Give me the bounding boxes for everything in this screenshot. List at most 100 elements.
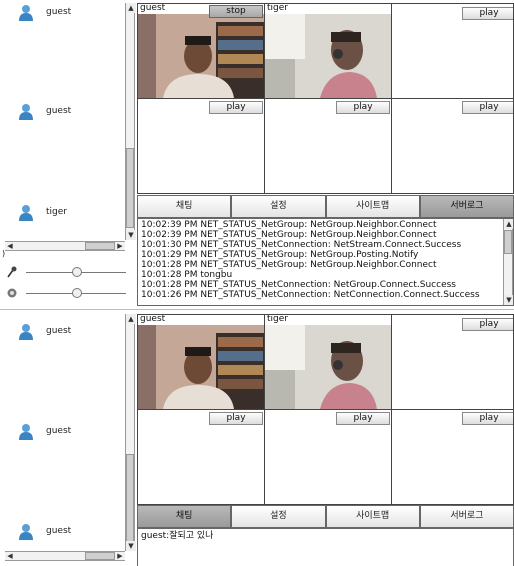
stop-button[interactable]: stop <box>209 5 263 18</box>
tab-server-log[interactable]: 서버로그 <box>419 195 514 218</box>
user-avatar-icon <box>19 423 33 440</box>
video-cell: play <box>391 314 514 410</box>
log-list: 10:02:39 PM NET_STATUS_NetGroup: NetGrou… <box>138 219 500 300</box>
tab-server-log[interactable]: 서버로그 <box>419 505 514 528</box>
scroll-left-arrow-icon[interactable]: ◀ <box>5 552 15 560</box>
log-line: 10:01:30 PM NET_STATUS_NetConnection: Ne… <box>141 240 462 250</box>
scroll-up-arrow-icon[interactable]: ▲ <box>126 3 136 13</box>
log-line: 10:01:29 PM NET_STATUS_NetGroup: NetGrou… <box>141 250 419 260</box>
video-cell-label: guest <box>140 314 166 324</box>
chat-message: guest:잘되고 있나 <box>141 531 214 541</box>
log-line: 10:01:28 PM NET_STATUS_NetConnection: Ne… <box>141 280 456 290</box>
speaker-volume-slider[interactable] <box>6 287 130 299</box>
user-avatar-icon <box>19 323 33 340</box>
video-cell: tiger <box>264 3 392 99</box>
video-cell: play <box>391 409 514 505</box>
scroll-left-arrow-icon[interactable]: ◀ <box>5 242 15 250</box>
scroll-right-arrow-icon[interactable]: ▶ <box>115 242 125 250</box>
scroll-up-arrow-icon[interactable]: ▲ <box>126 314 136 324</box>
user-name: guest <box>46 106 72 116</box>
video-cell: guest <box>137 314 265 410</box>
video-grid: guest tiger play play play play <box>137 314 514 505</box>
video-cell: play <box>264 409 392 505</box>
scroll-down-arrow-icon[interactable]: ▼ <box>126 230 136 240</box>
log-line: 10:02:39 PM NET_STATUS_NetGroup: NetGrou… <box>141 220 437 230</box>
scroll-thumb[interactable] <box>85 242 115 250</box>
scroll-thumb[interactable] <box>85 552 115 560</box>
scroll-up-arrow-icon[interactable]: ▲ <box>504 219 513 229</box>
user-avatar-icon <box>19 204 33 221</box>
user-avatar-icon <box>19 523 33 540</box>
video-cell: play <box>391 3 514 99</box>
microphone-icon <box>7 266 17 278</box>
webcam-video-guest <box>138 14 264 98</box>
user-name: guest <box>46 7 72 17</box>
user-list: guest guest guest <box>0 311 125 551</box>
tab-sitemap[interactable]: 사이트맵 <box>325 195 420 218</box>
user-list-hscrollbar[interactable]: ◀ ▶ <box>5 241 125 251</box>
webcam-video-guest <box>138 325 264 409</box>
video-cell: tiger <box>264 314 392 410</box>
user-item[interactable]: tiger <box>18 203 67 221</box>
user-list: guest guest tiger <box>0 0 125 240</box>
user-name: tiger <box>46 207 67 217</box>
webcam-video-tiger <box>265 14 391 98</box>
user-list-vscrollbar[interactable]: ▲ ▼ <box>125 314 136 551</box>
play-button[interactable]: play <box>462 7 513 20</box>
chat-panel: guest:잘되고 있나 <box>137 528 514 566</box>
play-button[interactable]: play <box>209 412 263 425</box>
scroll-right-arrow-icon[interactable]: ▶ <box>115 552 125 560</box>
user-item[interactable]: guest <box>18 522 71 540</box>
user-item[interactable]: guest <box>18 102 71 120</box>
user-name: guest <box>46 526 72 536</box>
speaker-volume-knob[interactable] <box>72 288 82 298</box>
user-item[interactable]: guest <box>18 422 71 440</box>
play-button[interactable]: play <box>336 412 390 425</box>
tab-chat[interactable]: 채팅 <box>137 195 232 218</box>
user-list-hscrollbar[interactable]: ◀ ▶ <box>5 551 125 561</box>
video-cell: play <box>264 98 392 194</box>
scroll-down-arrow-icon[interactable]: ▼ <box>504 295 513 305</box>
tab-settings[interactable]: 설정 <box>231 505 326 528</box>
tab-chat[interactable]: 채팅 <box>137 505 232 528</box>
video-grid: guest stop tiger play play play play <box>137 3 514 194</box>
video-cell: guest stop <box>137 3 265 99</box>
status-text: ) <box>2 249 6 258</box>
server-log-panel: 10:02:39 PM NET_STATUS_NetGroup: NetGrou… <box>137 218 514 306</box>
user-list-vscrollbar[interactable]: ▲ ▼ <box>125 3 136 240</box>
play-button[interactable]: play <box>336 101 390 114</box>
user-item[interactable]: guest <box>18 3 71 21</box>
video-cell: play <box>137 98 265 194</box>
scroll-thumb[interactable] <box>504 230 512 254</box>
play-button[interactable]: play <box>462 318 513 331</box>
log-line: 10:02:39 PM NET_STATUS_NetGroup: NetGrou… <box>141 230 437 240</box>
tab-settings[interactable]: 설정 <box>231 195 326 218</box>
mic-volume-knob[interactable] <box>72 267 82 277</box>
speaker-icon <box>7 288 17 298</box>
mic-volume-slider[interactable] <box>6 266 130 278</box>
log-line: 10:01:28 PM tongbu <box>141 270 233 280</box>
play-button[interactable]: play <box>462 412 513 425</box>
scroll-down-arrow-icon[interactable]: ▼ <box>126 541 136 551</box>
tab-bar: 채팅 설정 사이트맵 서버로그 <box>137 505 514 528</box>
play-button[interactable]: play <box>462 101 513 114</box>
log-vscrollbar[interactable]: ▲ ▼ <box>503 219 513 305</box>
video-cell-label: tiger <box>267 3 288 13</box>
panel-divider <box>0 309 514 310</box>
user-name: guest <box>46 426 72 436</box>
conference-panel-top: guest guest tiger ▲ ▼ ◀ ▶ ) guest stop t… <box>0 0 514 310</box>
play-button[interactable]: play <box>209 101 263 114</box>
scroll-thumb[interactable] <box>126 148 134 228</box>
video-cell: play <box>137 409 265 505</box>
tab-sitemap[interactable]: 사이트맵 <box>325 505 420 528</box>
video-cell: play <box>391 98 514 194</box>
user-avatar-icon <box>19 4 33 21</box>
video-cell-label: tiger <box>267 314 288 324</box>
conference-panel-bottom: guest guest guest ▲ ▼ ◀ ▶ guest tiger pl… <box>0 311 514 566</box>
user-avatar-icon <box>19 103 33 120</box>
log-line: 10:01:26 PM NET_STATUS_NetConnection: Ne… <box>141 290 480 300</box>
user-item[interactable]: guest <box>18 322 71 340</box>
scroll-thumb[interactable] <box>126 454 134 544</box>
video-cell-label: guest <box>140 3 166 13</box>
tab-bar: 채팅 설정 사이트맵 서버로그 <box>137 195 514 218</box>
